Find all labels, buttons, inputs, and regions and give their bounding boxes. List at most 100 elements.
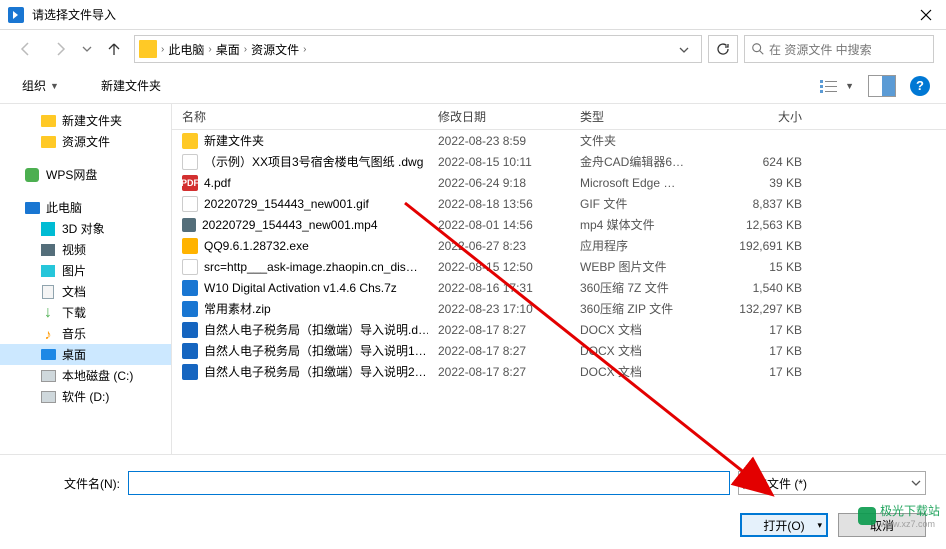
file-row[interactable]: W10 Digital Activation v1.4.6 Chs.7z 202…: [172, 277, 946, 298]
col-type[interactable]: 类型: [570, 108, 712, 125]
file-row[interactable]: 自然人电子税务局（扣缴端）导入说明.d… 2022-08-17 8:27 DOC…: [172, 319, 946, 340]
view-options[interactable]: ▼: [815, 74, 858, 98]
webp-icon: [182, 259, 198, 275]
col-size[interactable]: 大小: [712, 108, 812, 125]
help-button[interactable]: ?: [910, 76, 930, 96]
app-icon: [8, 7, 24, 23]
sidebar-item[interactable]: 桌面: [0, 344, 171, 365]
refresh-button[interactable]: [708, 35, 738, 63]
file-name: 自然人电子税务局（扣缴端）导入说明.d…: [204, 321, 428, 338]
sidebar-item[interactable]: 图片: [0, 260, 171, 281]
file-name: 自然人电子税务局（扣缴端）导入说明1…: [204, 342, 427, 359]
chevron-down-icon: ▼: [50, 81, 59, 91]
file-row[interactable]: （示例）XX项目3号宿舍楼电气图纸 .dwg 2022-08-15 10:11 …: [172, 151, 946, 172]
file-type: 文件夹: [570, 132, 712, 149]
search-input[interactable]: 在 资源文件 中搜索: [744, 35, 934, 63]
sidebar-item-label: 此电脑: [46, 199, 82, 216]
file-date: 2022-08-17 8:27: [428, 365, 570, 379]
mp4-icon: [182, 218, 196, 232]
sidebar-item[interactable]: 3D 对象: [0, 218, 171, 239]
sidebar-item[interactable]: 视频: [0, 239, 171, 260]
sidebar-item-label: 资源文件: [62, 133, 110, 150]
file-row[interactable]: 自然人电子税务局（扣缴端）导入说明1… 2022-08-17 8:27 DOCX…: [172, 340, 946, 361]
back-button[interactable]: [12, 35, 40, 63]
file-name: src=http___ask-image.zhaopin.cn_dis…: [204, 260, 418, 274]
file-size: 17 KB: [712, 365, 812, 379]
file-row[interactable]: 自然人电子税务局（扣缴端）导入说明2… 2022-08-17 8:27 DOCX…: [172, 361, 946, 382]
open-button[interactable]: 打开(O) ▾: [740, 513, 828, 537]
breadcrumb-part[interactable]: 桌面: [212, 41, 244, 58]
sidebar-item-label: WPS网盘: [46, 166, 97, 183]
file-size: 132,297 KB: [712, 302, 812, 316]
forward-button[interactable]: [46, 35, 74, 63]
sidebar-item[interactable]: WPS网盘: [0, 164, 171, 185]
preview-pane-toggle[interactable]: [868, 75, 896, 97]
disk-icon: [40, 368, 56, 384]
breadcrumb-part[interactable]: 资源文件: [247, 41, 303, 58]
file-name: 自然人电子税务局（扣缴端）导入说明2…: [204, 363, 427, 380]
file-type: Microsoft Edge …: [570, 176, 712, 190]
desk-icon: [40, 347, 56, 363]
history-dropdown[interactable]: [80, 46, 94, 52]
newfolder-button[interactable]: 新建文件夹: [95, 73, 167, 98]
file-row[interactable]: 常用素材.zip 2022-08-23 17:10 360压缩 ZIP 文件 1…: [172, 298, 946, 319]
sidebar-item[interactable]: 本地磁盘 (C:): [0, 365, 171, 386]
file-name: 4.pdf: [204, 176, 231, 190]
doc-icon: [40, 284, 56, 300]
file-type: DOCX 文档: [570, 363, 712, 380]
file-size: 15 KB: [712, 260, 812, 274]
search-placeholder: 在 资源文件 中搜索: [769, 41, 872, 58]
sidebar-item[interactable]: 文档: [0, 281, 171, 302]
music-icon: ♪: [40, 326, 56, 342]
sidebar-item[interactable]: ↓下载: [0, 302, 171, 323]
sidebar-item-label: 桌面: [62, 346, 86, 363]
organize-menu[interactable]: 组织 ▼: [16, 73, 65, 98]
file-size: 8,837 KB: [712, 197, 812, 211]
file-size: 1,540 KB: [712, 281, 812, 295]
file-type: 360压缩 ZIP 文件: [570, 300, 712, 317]
exe-icon: [182, 238, 198, 254]
file-date: 2022-08-17 8:27: [428, 344, 570, 358]
pic-icon: [40, 263, 56, 279]
file-name: QQ9.6.1.28732.exe: [204, 239, 309, 253]
file-list: 名称 修改日期 类型 大小 新建文件夹 2022-08-23 8:59 文件夹 …: [172, 104, 946, 454]
7z-icon: [182, 280, 198, 296]
file-row[interactable]: PDF4.pdf 2022-06-24 9:18 Microsoft Edge …: [172, 172, 946, 193]
col-name[interactable]: 名称: [172, 108, 428, 125]
breadcrumb[interactable]: › 此电脑 › 桌面 › 资源文件 ›: [134, 35, 702, 63]
close-button[interactable]: [906, 0, 946, 30]
file-name: W10 Digital Activation v1.4.6 Chs.7z: [204, 281, 397, 295]
sidebar-item[interactable]: 软件 (D:): [0, 386, 171, 407]
sidebar-item-label: 音乐: [62, 325, 86, 342]
dwg-icon: [182, 154, 198, 170]
file-row[interactable]: 20220729_154443_new001.mp4 2022-08-01 14…: [172, 214, 946, 235]
sidebar-item-label: 视频: [62, 241, 86, 258]
file-row[interactable]: 新建文件夹 2022-08-23 8:59 文件夹: [172, 130, 946, 151]
filename-label: 文件名(N):: [20, 475, 120, 492]
breadcrumb-part[interactable]: 此电脑: [164, 41, 208, 58]
green-icon: [24, 167, 40, 183]
file-date: 2022-08-23 17:10: [428, 302, 570, 316]
file-size: 17 KB: [712, 323, 812, 337]
file-row[interactable]: QQ9.6.1.28732.exe 2022-06-27 8:23 应用程序 1…: [172, 235, 946, 256]
breadcrumb-dropdown[interactable]: [671, 42, 697, 56]
file-row[interactable]: 20220729_154443_new001.gif 2022-08-18 13…: [172, 193, 946, 214]
filename-input[interactable]: [128, 471, 730, 495]
pdf-icon: PDF: [182, 175, 198, 191]
filetype-filter[interactable]: 所有文件 (*): [738, 471, 926, 495]
chevron-down-icon: ▾: [817, 520, 822, 531]
folder-icon: [182, 133, 198, 149]
sidebar-item-label: 文档: [62, 283, 86, 300]
file-type: DOCX 文档: [570, 342, 712, 359]
sidebar-item[interactable]: 新建文件夹: [0, 110, 171, 131]
titlebar: 请选择文件导入: [0, 0, 946, 30]
file-date: 2022-08-17 8:27: [428, 323, 570, 337]
file-row[interactable]: src=http___ask-image.zhaopin.cn_dis… 202…: [172, 256, 946, 277]
up-button[interactable]: [100, 35, 128, 63]
file-type: WEBP 图片文件: [570, 258, 712, 275]
sidebar-item[interactable]: ♪ 音乐: [0, 323, 171, 344]
sidebar-item[interactable]: 此电脑: [0, 197, 171, 218]
sidebar-item[interactable]: 资源文件: [0, 131, 171, 152]
file-size: 39 KB: [712, 176, 812, 190]
col-date[interactable]: 修改日期: [428, 108, 570, 125]
